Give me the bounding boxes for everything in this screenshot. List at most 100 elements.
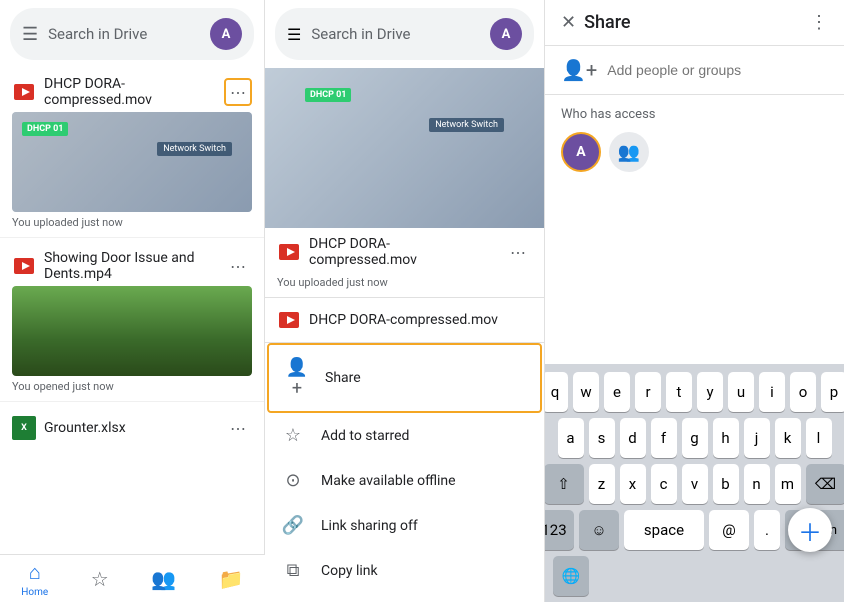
key-r[interactable]: r [635,372,661,412]
left-panel: ☰ Search in Drive A DHCP DORA-compressed… [0,0,265,602]
key-backspace[interactable]: ⌫ [806,464,844,504]
nav-home[interactable]: ⌂ Home [21,560,48,598]
key-emoji[interactable]: ☺ [579,510,619,550]
file-header-2: Showing Door Issue and Dents.mp4 ⋯ [0,242,264,286]
key-o[interactable]: o [790,372,816,412]
middle-file-status: You uploaded just now [265,276,544,297]
nav-starred[interactable]: ☆ [91,567,109,591]
middle-network-label: Network Switch [429,118,504,132]
menu-item-link-sharing[interactable]: 🔗 Link sharing off [265,503,544,548]
avatar[interactable]: A [210,18,242,50]
more-button-3[interactable]: ⋯ [224,414,252,442]
xlsx-item[interactable]: X Grounter.xlsx ⋯ [0,406,264,450]
more-button-2[interactable]: ⋯ [224,252,252,280]
key-k[interactable]: k [775,418,801,458]
middle-dhcp-badge: DHCP 01 [305,88,351,102]
keyboard-row-3: ⇧ z x c v b n m ⌫ [549,464,840,504]
key-w[interactable]: w [573,372,599,412]
more-vert-icon[interactable]: ⋮ [810,12,828,33]
link-off-icon: 🔗 [281,515,305,536]
key-z[interactable]: z [589,464,615,504]
nav-shared[interactable]: 👥 [151,567,176,591]
people-icon: 👥 [151,567,176,591]
keyboard-row-2: a s d f g h j k l [549,418,840,458]
hamburger-icon: ☰ [22,24,38,45]
video-icon-2 [12,254,36,278]
file-name-1: DHCP DORA-compressed.mov [44,76,216,108]
file-thumb-1: DHCP 01 Network Switch [12,112,252,212]
menu-item-starred[interactable]: ☆ Add to starred [265,413,544,458]
key-c[interactable]: c [651,464,677,504]
who-has-access-title: Who has access [561,107,828,122]
menu-label-copy-link: Copy link [321,563,378,579]
key-globe[interactable]: 🌐 [553,556,589,596]
star-icon: ☆ [91,567,109,591]
key-at[interactable]: @ [709,510,749,550]
key-l[interactable]: l [806,418,832,458]
close-button[interactable]: ✕ [561,12,576,33]
keyboard: q w e r t y u i o p a s d f g h j k l ⇧ … [545,364,844,602]
key-shift[interactable]: ⇧ [544,464,584,504]
add-person-icon: 👤+ [561,58,597,82]
key-f[interactable]: f [651,418,677,458]
key-e[interactable]: e [604,372,630,412]
left-search-bar[interactable]: ☰ Search in Drive A [10,8,254,60]
key-i[interactable]: i [759,372,785,412]
xlsx-name: Grounter.xlsx [44,420,216,436]
video-icon-1 [12,80,36,104]
key-d[interactable]: d [620,418,646,458]
file-thumb-2 [12,286,252,376]
menu-item-copy-link[interactable]: ⧉ Copy link [265,548,544,593]
menu-label-offline: Make available offline [321,473,456,489]
key-j[interactable]: j [744,418,770,458]
key-space[interactable]: space [624,510,704,550]
owner-avatar[interactable]: A [561,132,601,172]
menu-label-share: Share [325,370,361,386]
keyboard-row-1: q w e r t y u i o p [549,372,840,412]
menu-item-send-copy[interactable]: ↩ Send a copy [265,593,544,602]
middle-hamburger-icon: ☰ [287,25,301,44]
context-menu: 👤+ Share ☆ Add to starred ⊙ Make availab… [265,343,544,602]
key-b[interactable]: b [713,464,739,504]
add-people-input[interactable] [607,62,828,78]
add-people-row[interactable]: 👤+ [545,46,844,95]
key-y[interactable]: y [697,372,723,412]
home-icon: ⌂ [29,560,41,585]
share-title: Share [584,12,802,33]
middle-panel: ☰ Search in Drive A DHCP 01 Network Swit… [265,0,545,602]
key-s[interactable]: s [589,418,615,458]
middle-file-header: DHCP DORA-compressed.mov ⋯ [265,228,544,276]
more-button-1[interactable]: ⋯ [224,78,252,106]
key-m[interactable]: m [775,464,801,504]
key-u[interactable]: u [728,372,754,412]
key-h[interactable]: h [713,418,739,458]
middle-search-bar[interactable]: ☰ Search in Drive A [275,8,534,60]
key-v[interactable]: v [682,464,708,504]
key-a[interactable]: a [558,418,584,458]
folder-icon: 📁 [219,567,244,591]
share-header: ✕ Share ⋮ [545,0,844,46]
menu-label-starred: Add to starred [321,428,409,444]
menu-item-share[interactable]: 👤+ Share [267,343,542,413]
context-video-icon [277,308,301,332]
middle-more-button[interactable]: ⋯ [504,238,532,266]
nav-files[interactable]: 📁 [219,567,244,591]
key-period[interactable]: . [754,510,780,550]
file-name-2: Showing Door Issue and Dents.mp4 [44,250,216,282]
key-p[interactable]: p [821,372,844,412]
middle-avatar[interactable]: A [490,18,522,50]
offline-icon: ⊙ [281,470,305,491]
key-g[interactable]: g [682,418,708,458]
xlsx-icon: X [12,416,36,440]
middle-file-thumb: DHCP 01 Network Switch [265,68,544,228]
left-search-text: Search in Drive [48,25,200,43]
key-t[interactable]: t [666,372,692,412]
middle-file-name: DHCP DORA-compressed.mov [309,236,496,268]
key-q[interactable]: q [542,372,568,412]
menu-item-offline[interactable]: ⊙ Make available offline [265,458,544,503]
file-status-2: You opened just now [0,376,264,393]
file-item-1: DHCP DORA-compressed.mov ⋯ DHCP 01 Netwo… [0,68,264,238]
copy-icon: ⧉ [281,560,305,581]
key-x[interactable]: x [620,464,646,504]
key-n[interactable]: n [744,464,770,504]
